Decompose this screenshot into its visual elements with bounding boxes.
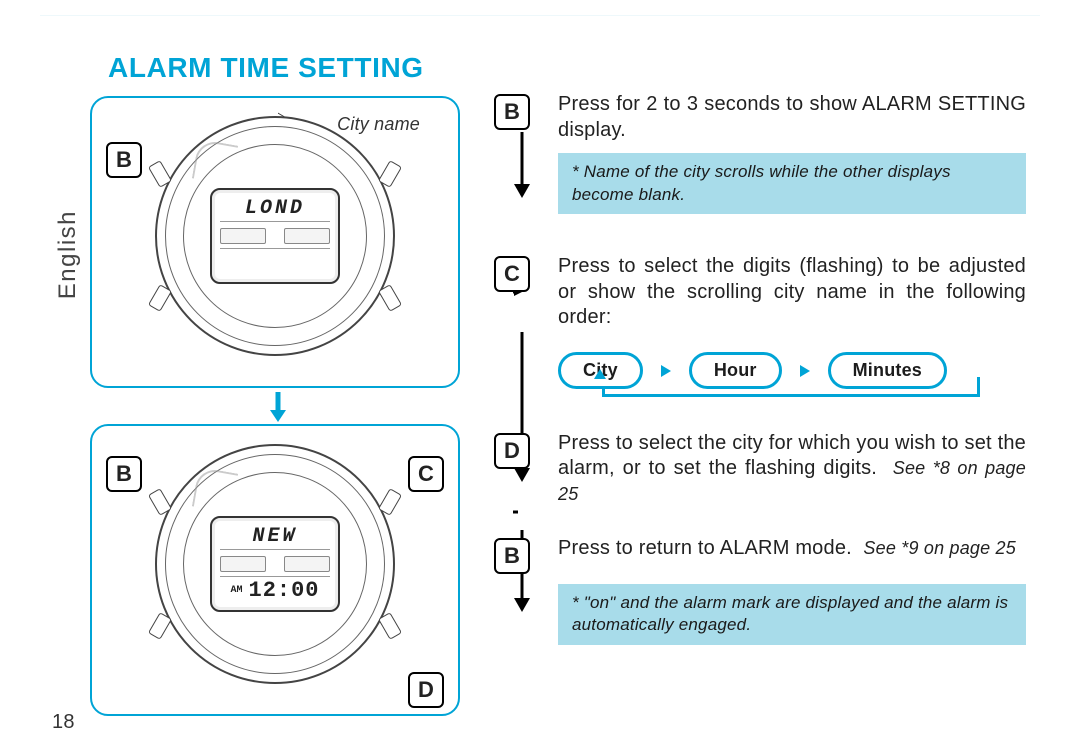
arrow-down-icon (268, 392, 288, 422)
button-chip-b: B (106, 456, 142, 492)
step-text: Press to return to ALARM mode. See *9 on… (558, 536, 1026, 562)
page-number: 18 (52, 711, 75, 734)
note-text: "on" and the alarm mark are displayed an… (572, 593, 1008, 634)
arrow-right-icon (800, 365, 810, 377)
button-chip-b: B (494, 94, 530, 130)
lcd-city: NEW (220, 524, 330, 550)
page-title: ALARM TIME SETTING (108, 52, 424, 84)
step-b2: B Press to return to ALARM mode. See *9 … (494, 536, 1026, 574)
illustration-column: B City name LOND (90, 96, 460, 716)
order-pill-minutes: Minutes (828, 352, 947, 389)
step-text: Press to select the digits (flashing) to… (558, 254, 1026, 331)
button-chip-d: D (408, 672, 444, 708)
language-tab: English (44, 50, 78, 732)
step-text: Press to select the city for which you w… (558, 431, 1026, 508)
order-loop-arrow-icon (594, 369, 606, 379)
watch-illustration-2: NEW AM 12:00 (155, 444, 395, 684)
step-d: D Press to select the city for which you… (494, 431, 1026, 508)
see-reference: See *9 on page 25 (863, 538, 1016, 558)
lcd-am-indicator: AM (230, 585, 242, 596)
instruction-column: B Press for 2 to 3 seconds to show ALARM… (494, 92, 1026, 655)
lcd-time: 12:00 (249, 578, 320, 603)
step-c: C Press to select the digits (flashing) … (494, 254, 1026, 331)
note-1: * Name of the city scrolls while the oth… (558, 153, 1026, 214)
panel-connector (90, 388, 460, 424)
selection-order: City Hour Minutes (558, 343, 1026, 399)
arrow-right-icon (661, 365, 671, 377)
step-text: Press for 2 to 3 seconds to show ALARM S… (558, 92, 1026, 143)
note-text: Name of the city scrolls while the other… (572, 162, 951, 203)
button-chip-d: D (494, 433, 530, 469)
watch-panel-1: B City name LOND (90, 96, 460, 388)
watch-panel-2: B C D NEW AM 12:00 (90, 424, 460, 716)
language-label: English (54, 210, 82, 299)
button-chip-c: C (494, 256, 530, 292)
note-2: * "on" and the alarm mark are displayed … (558, 584, 1026, 645)
step-b1: B Press for 2 to 3 seconds to show ALARM… (494, 92, 1026, 143)
button-chip-c: C (408, 456, 444, 492)
watch-illustration-1: LOND (155, 116, 395, 356)
order-pill-hour: Hour (689, 352, 782, 389)
button-chip-b: B (106, 142, 142, 178)
lcd-city: LOND (220, 196, 330, 222)
button-chip-b: B (494, 538, 530, 574)
